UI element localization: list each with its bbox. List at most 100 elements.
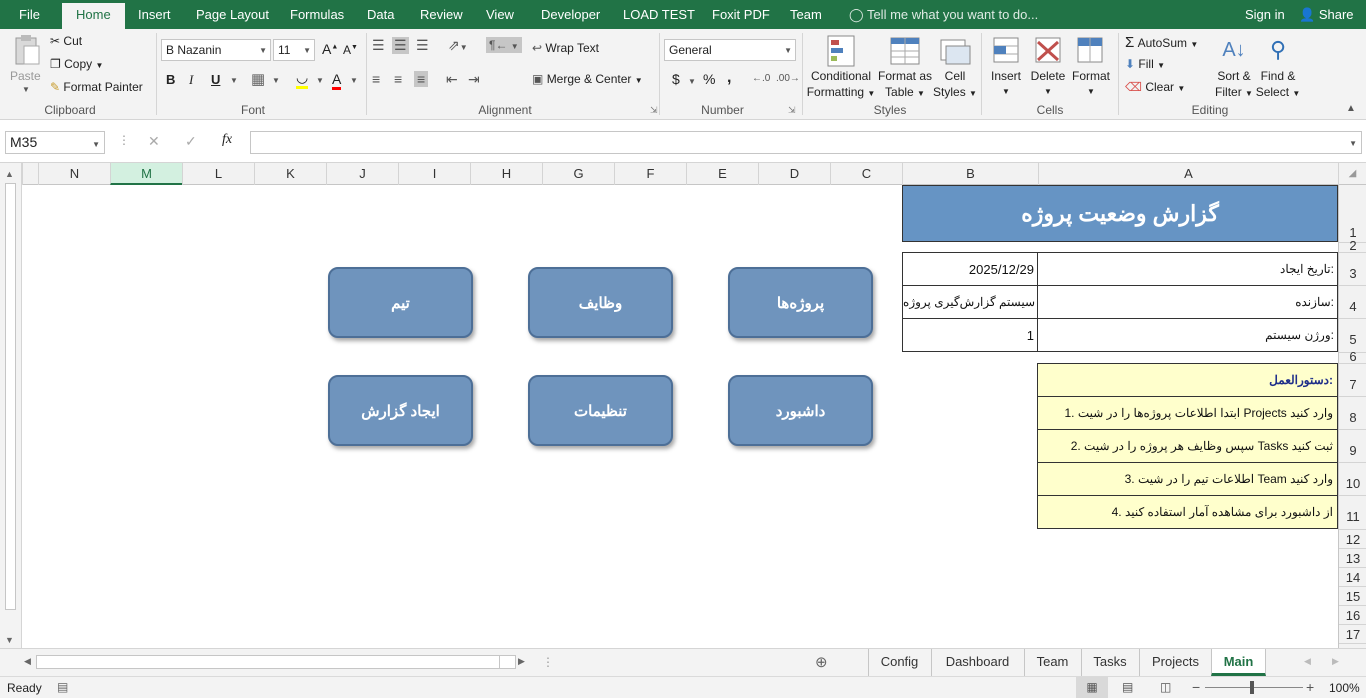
fill-color-icon[interactable]: ◡ xyxy=(296,69,309,89)
zoom-out-button[interactable]: − xyxy=(1192,679,1200,695)
format-painter-button[interactable]: ✎ Format Painter xyxy=(50,80,143,94)
instruction-4[interactable]: 4. از داشبورد برای مشاهده آمار استفاده ک… xyxy=(1037,495,1338,529)
paste-icon[interactable] xyxy=(8,33,44,67)
share-button[interactable]: 👤 Share xyxy=(1296,0,1357,29)
insert-cells-button[interactable]: Insert ▼ xyxy=(986,68,1026,100)
find-select-button[interactable]: Find & Select ▼ xyxy=(1254,68,1302,102)
wrap-text-button[interactable]: ↩ Wrap Text xyxy=(532,41,599,55)
tab-home[interactable]: Home xyxy=(62,3,125,29)
tab-load-test[interactable]: LOAD TEST xyxy=(620,0,698,29)
tasks-button[interactable]: وظایف xyxy=(528,267,673,338)
horizontal-scroll-thumb[interactable] xyxy=(499,656,515,668)
row-header-15[interactable]: 15 xyxy=(1339,586,1366,605)
sheet-tab-projects[interactable]: Projects xyxy=(1139,649,1211,676)
row-header-14[interactable]: 14 xyxy=(1339,567,1366,586)
paste-button[interactable]: Paste xyxy=(10,69,41,83)
scroll-right-icon[interactable]: ▶ xyxy=(518,656,525,667)
align-right-icon[interactable]: ≡ xyxy=(414,71,429,87)
vertical-scrollbar[interactable]: ▲ ▼ xyxy=(0,163,22,648)
merge-center-button[interactable]: ▣ Merge & Center ▼ xyxy=(532,72,643,86)
tab-page-layout[interactable]: Page Layout xyxy=(193,0,272,29)
column-header-d[interactable]: D xyxy=(758,163,830,185)
projects-button[interactable]: پروژه‌ها xyxy=(728,267,873,338)
tab-data[interactable]: Data xyxy=(364,0,397,29)
prev-sheet-icon[interactable]: ◀ xyxy=(1304,656,1311,667)
format-as-table-button[interactable]: Format as Table ▼ xyxy=(872,68,938,102)
orientation-icon[interactable]: ⇗▼ xyxy=(448,37,468,54)
align-bottom-icon[interactable]: ☰ xyxy=(416,37,429,54)
font-color-icon[interactable]: A xyxy=(332,71,342,90)
increase-font-icon[interactable]: A▲ xyxy=(322,41,338,57)
page-layout-view-icon[interactable]: ▤ xyxy=(1122,680,1133,694)
column-header-j[interactable]: J xyxy=(326,163,398,185)
number-launcher-icon[interactable]: ⇲ xyxy=(788,105,796,116)
scroll-up-icon[interactable]: ▲ xyxy=(5,169,14,179)
percent-button[interactable]: % xyxy=(703,71,715,87)
row-header-16[interactable]: 16 xyxy=(1339,605,1366,624)
column-header-k[interactable]: K xyxy=(254,163,326,185)
column-header-c[interactable]: C xyxy=(830,163,902,185)
column-header-i[interactable]: I xyxy=(398,163,470,185)
info-label-date[interactable]: تاریخ ایجاد: xyxy=(1037,252,1338,286)
file-tab[interactable]: File xyxy=(16,0,43,29)
page-break-view-icon[interactable]: ◫ xyxy=(1160,680,1171,694)
row-header-13[interactable]: 13 xyxy=(1339,548,1366,567)
scrollbar-thumb[interactable] xyxy=(5,183,16,610)
row-header-3[interactable]: 3 xyxy=(1339,252,1366,285)
row-header-17[interactable]: 17 xyxy=(1339,624,1366,643)
tab-formulas[interactable]: Formulas xyxy=(287,0,347,29)
bold-button[interactable]: B xyxy=(166,72,175,87)
align-middle-icon[interactable]: ☰ xyxy=(392,37,409,54)
horizontal-scrollbar[interactable] xyxy=(36,655,516,669)
text-direction-icon[interactable]: ¶← ▼ xyxy=(486,37,522,53)
align-top-icon[interactable]: ☰ xyxy=(372,37,385,54)
tab-foxit-pdf[interactable]: Foxit PDF xyxy=(709,0,773,29)
clear-button[interactable]: ⌫ Clear ▼ xyxy=(1125,80,1185,94)
instruction-2[interactable]: 2. سپس وظایف هر پروژه را در شیت Tasks ثب… xyxy=(1037,429,1338,463)
report-title[interactable]: گزارش وضعیت پروژه xyxy=(902,185,1338,242)
row-header-7[interactable]: 7 xyxy=(1339,363,1366,396)
new-sheet-icon[interactable]: ⊕ xyxy=(815,653,828,671)
zoom-slider-thumb[interactable] xyxy=(1250,681,1254,694)
row-header-2[interactable]: 2 xyxy=(1339,239,1366,252)
copy-button[interactable]: ❐ Copy ▼ xyxy=(50,57,103,71)
instruction-1[interactable]: 1. ابتدا اطلاعات پروژه‌ها را در شیت Proj… xyxy=(1037,396,1338,430)
borders-icon[interactable]: ▦ xyxy=(251,70,265,88)
column-header-l[interactable]: L xyxy=(182,163,254,185)
enter-icon[interactable]: ✓ xyxy=(185,133,197,150)
column-header-b[interactable]: B xyxy=(902,163,1038,185)
number-format-box[interactable]: General ▼ xyxy=(664,39,796,61)
row-header-4[interactable]: 4 xyxy=(1339,285,1366,318)
tab-view[interactable]: View xyxy=(483,0,517,29)
conditional-formatting-button[interactable]: Conditional Formatting ▼ xyxy=(806,68,876,102)
format-cells-button[interactable]: Format ▼ xyxy=(1068,68,1114,100)
row-header-1[interactable]: 1 xyxy=(1339,185,1366,242)
tab-review[interactable]: Review xyxy=(417,0,466,29)
cell-styles-button[interactable]: Cell Styles ▼ xyxy=(930,68,980,102)
column-header-f[interactable]: F xyxy=(614,163,686,185)
column-header-g[interactable]: G xyxy=(542,163,614,185)
decrease-font-icon[interactable]: A▼ xyxy=(343,43,358,57)
row-header-9[interactable]: 9 xyxy=(1339,429,1366,462)
zoom-level[interactable]: 100% xyxy=(1329,681,1360,695)
row-header-6[interactable]: 6 xyxy=(1339,350,1366,363)
column-header-a[interactable]: A xyxy=(1038,163,1338,185)
team-button[interactable]: تیم xyxy=(328,267,473,338)
row-header-8[interactable]: 8 xyxy=(1339,396,1366,429)
align-center-icon[interactable]: ≡ xyxy=(394,71,402,87)
info-label-creator[interactable]: سازنده: xyxy=(1037,285,1338,319)
tab-insert[interactable]: Insert xyxy=(135,0,174,29)
column-header-m[interactable]: M xyxy=(110,163,182,185)
increase-indent-icon[interactable]: ⇥ xyxy=(468,71,480,88)
decrease-decimal-icon[interactable]: .00→ xyxy=(776,73,800,84)
row-header-11[interactable]: 11 xyxy=(1339,495,1366,529)
column-header-e[interactable]: E xyxy=(686,163,758,185)
select-all-corner[interactable]: ◢ xyxy=(1338,163,1366,185)
fill-button[interactable]: ⬇ Fill ▼ xyxy=(1125,57,1165,71)
cut-button[interactable]: ✂ Cut xyxy=(50,34,82,48)
info-value-date[interactable]: 2025/12/29 xyxy=(902,252,1038,286)
column-header-h[interactable]: H xyxy=(470,163,542,185)
settings-button[interactable]: تنظیمات xyxy=(528,375,673,446)
column-header-n[interactable]: N xyxy=(38,163,110,185)
tab-developer[interactable]: Developer xyxy=(538,0,603,29)
